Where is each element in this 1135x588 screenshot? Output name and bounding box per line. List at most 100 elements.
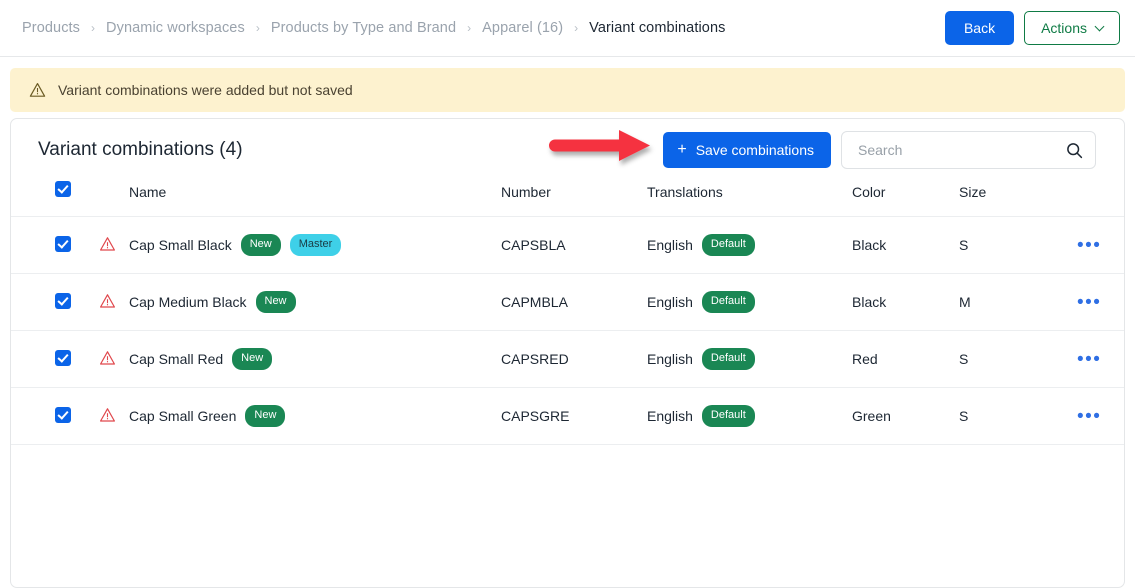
badge-default: Default xyxy=(701,234,755,256)
variant-number: CAPMBLA xyxy=(501,273,647,331)
row-select-cell xyxy=(11,330,99,388)
row-warning-cell xyxy=(99,273,129,331)
translation-language: English xyxy=(647,294,693,310)
actions-button[interactable]: Actions xyxy=(1024,10,1120,46)
overflow-menu-icon[interactable]: ••• xyxy=(1077,349,1101,370)
banner-message: Variant combinations were added but not … xyxy=(58,82,353,98)
column-header-color: Color xyxy=(852,181,959,217)
row-checkbox[interactable] xyxy=(55,292,71,309)
row-warning-cell xyxy=(99,216,129,274)
actions-button-label: Actions xyxy=(1041,19,1087,36)
column-header-name: Name xyxy=(129,181,501,217)
warning-triangle-icon xyxy=(100,293,115,308)
save-combinations-button[interactable]: + Save combinations xyxy=(663,131,831,169)
column-header-menu xyxy=(1077,181,1124,217)
variant-color: Red xyxy=(852,330,959,388)
overflow-menu-icon[interactable]: ••• xyxy=(1077,406,1101,427)
badge-default: Default xyxy=(701,348,755,370)
row-checkbox[interactable] xyxy=(55,406,71,423)
row-menu-cell: ••• xyxy=(1077,330,1124,388)
search-input[interactable] xyxy=(856,141,1066,159)
variant-number: CAPSRED xyxy=(501,330,647,388)
variant-number: CAPSGRE xyxy=(501,387,647,445)
back-button[interactable]: Back xyxy=(944,10,1015,46)
table-row: Cap Small Green New CAPSGRE English Defa… xyxy=(11,387,1124,445)
breadcrumb-separator: › xyxy=(255,21,260,35)
table-head: Name Number Translations Color Size xyxy=(11,181,1124,217)
row-checkbox[interactable] xyxy=(55,235,71,252)
breadcrumb-item-products[interactable]: Products xyxy=(22,20,80,36)
row-menu-cell: ••• xyxy=(1077,216,1124,274)
breadcrumb-separator: › xyxy=(467,21,472,35)
breadcrumb-item-products-by-type-and-brand[interactable]: Products by Type and Brand xyxy=(271,20,456,36)
table-row: Cap Medium Black New CAPMBLA English Def… xyxy=(11,273,1124,331)
row-name-cell: Cap Medium Black New xyxy=(129,273,501,331)
variant-color: Black xyxy=(852,273,959,331)
variant-name: Cap Small Green xyxy=(129,408,237,424)
row-translations-cell: English Default xyxy=(647,330,852,388)
variant-size: S xyxy=(959,330,1077,388)
row-select-cell xyxy=(11,216,99,274)
card-header-tools: + Save combinations xyxy=(663,131,1096,169)
variant-number: CAPSBLA xyxy=(501,216,647,274)
variant-color: Black xyxy=(852,216,959,274)
warning-triangle-icon xyxy=(100,350,115,365)
row-select-cell xyxy=(11,387,99,445)
overflow-menu-icon[interactable]: ••• xyxy=(1077,235,1101,256)
column-header-translations: Translations xyxy=(647,181,852,217)
top-bar-actions: Back Actions xyxy=(944,10,1120,46)
page-title: Variant combinations (4) xyxy=(38,139,243,160)
row-warning-cell xyxy=(99,330,129,388)
variant-color: Green xyxy=(852,387,959,445)
breadcrumb-item-apparel[interactable]: Apparel (16) xyxy=(482,20,563,36)
search-icon[interactable] xyxy=(1066,142,1083,159)
column-header-number: Number xyxy=(501,181,647,217)
breadcrumb-separator: › xyxy=(574,21,579,35)
row-menu-cell: ••• xyxy=(1077,387,1124,445)
badge-default: Default xyxy=(701,405,755,427)
save-combinations-label: Save combinations xyxy=(695,141,814,158)
select-all-checkbox[interactable] xyxy=(55,181,71,197)
breadcrumb-item-dynamic-workspaces[interactable]: Dynamic workspaces xyxy=(106,20,245,36)
variant-name: Cap Small Red xyxy=(129,351,224,367)
translation-language: English xyxy=(647,237,693,253)
unsaved-changes-banner: Variant combinations were added but not … xyxy=(10,68,1125,112)
badge-new: New xyxy=(240,234,281,256)
row-name-cell: Cap Small Black New Master xyxy=(129,216,501,274)
row-translations-cell: English Default xyxy=(647,216,852,274)
chevron-down-icon xyxy=(1096,23,1105,32)
badge-new: New xyxy=(232,348,273,370)
variant-size: S xyxy=(959,387,1077,445)
variant-size: M xyxy=(959,273,1077,331)
overflow-menu-icon[interactable]: ••• xyxy=(1077,292,1101,313)
variant-combinations-card: Variant combinations (4) + Save combinat… xyxy=(10,118,1125,588)
variant-name: Cap Medium Black xyxy=(129,294,247,310)
table-body: Cap Small Black New Master CAPSBLA Engli… xyxy=(11,216,1124,445)
row-select-cell xyxy=(11,273,99,331)
badge-default: Default xyxy=(701,291,755,313)
table-row: Cap Small Red New CAPSRED English Defaul… xyxy=(11,330,1124,388)
variant-size: S xyxy=(959,216,1077,274)
breadcrumb-separator: › xyxy=(91,21,96,35)
warning-triangle-icon xyxy=(100,236,115,251)
badge-new: New xyxy=(245,405,286,427)
row-checkbox[interactable] xyxy=(55,349,71,366)
table-row: Cap Small Black New Master CAPSBLA Engli… xyxy=(11,216,1124,274)
badge-master: Master xyxy=(289,234,342,256)
warning-triangle-icon xyxy=(100,407,115,422)
variant-combinations-table: Name Number Translations Color Size Cap … xyxy=(11,181,1124,445)
column-header-size: Size xyxy=(959,181,1077,217)
warning-triangle-icon xyxy=(29,83,46,97)
breadcrumb: Products › Dynamic workspaces › Products… xyxy=(22,20,945,36)
select-all-cell xyxy=(11,181,99,217)
badge-new: New xyxy=(255,291,296,313)
table-header-row: Name Number Translations Color Size xyxy=(11,181,1124,217)
row-name-cell: Cap Small Red New xyxy=(129,330,501,388)
variant-name: Cap Small Black xyxy=(129,237,232,253)
search-box[interactable] xyxy=(841,131,1096,169)
card-header: Variant combinations (4) + Save combinat… xyxy=(11,119,1124,181)
translation-language: English xyxy=(647,351,693,367)
top-bar: Products › Dynamic workspaces › Products… xyxy=(0,0,1135,57)
row-translations-cell: English Default xyxy=(647,273,852,331)
row-name-cell: Cap Small Green New xyxy=(129,387,501,445)
